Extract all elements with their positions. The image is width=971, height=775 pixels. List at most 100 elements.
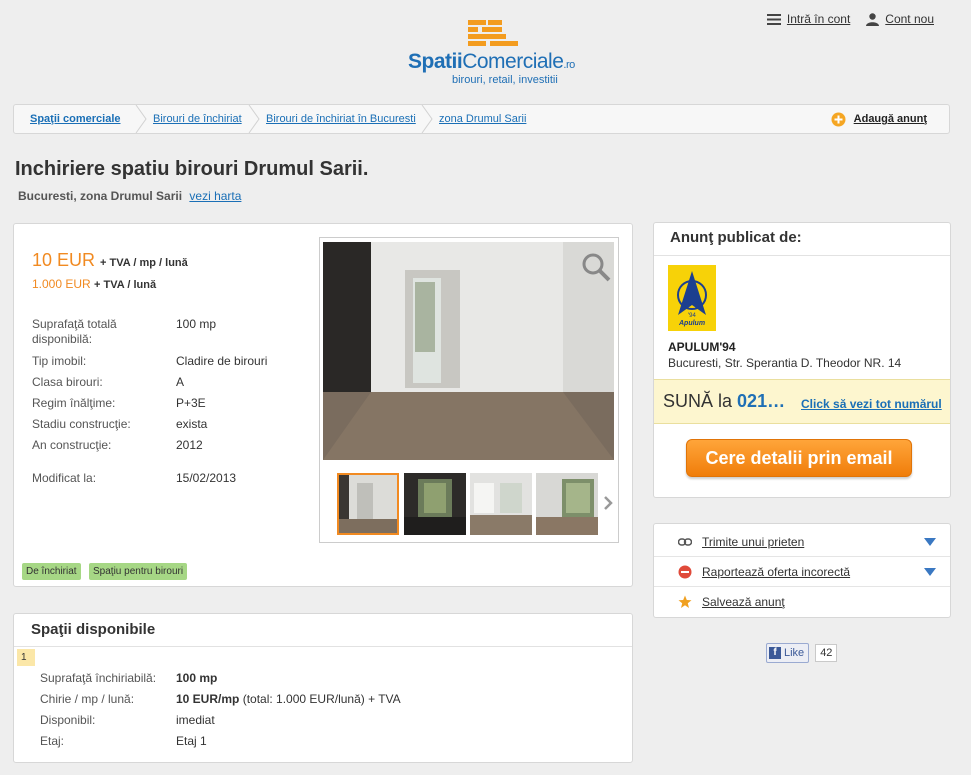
- dropdown-arrow-icon[interactable]: [924, 538, 936, 546]
- divider: [654, 255, 950, 256]
- spec-label: Clasa birouri:: [32, 375, 103, 389]
- main-photo[interactable]: [323, 242, 614, 460]
- menu-icon: [766, 13, 781, 25]
- logo-icon[interactable]: [468, 20, 520, 50]
- logo-word-1: Spatii: [408, 50, 463, 73]
- breadcrumb: Spaţii comerciale Birouri de închiriat B…: [13, 104, 950, 134]
- spec-value: Cladire de birouri: [176, 354, 268, 368]
- spec-value: 2012: [176, 438, 203, 452]
- spec-value: P+3E: [176, 396, 206, 410]
- photo-gallery: [319, 237, 619, 543]
- phone-box: SUNĂ la 021… Click să vezi tot numărul: [654, 379, 950, 424]
- thumbnail-image: [470, 473, 532, 535]
- login-link-group[interactable]: Intră în cont: [766, 12, 850, 26]
- breadcrumb-item-zona[interactable]: zona Drumul Sarii: [439, 105, 526, 133]
- action-label[interactable]: Raportează oferta incorectă: [702, 565, 850, 579]
- price-total-value: 1.000 EUR: [32, 277, 91, 291]
- tag-rent[interactable]: De închiriat: [22, 563, 81, 580]
- spec-value: A: [176, 375, 185, 389]
- like-count: 42: [815, 644, 838, 662]
- agency-name: APULUM'94: [668, 340, 736, 354]
- logo-tld: .ro: [563, 59, 575, 71]
- agency-logo-text: Apulum: [678, 320, 705, 327]
- spec-label: Suprafaţă totală disponibilă:: [32, 317, 117, 346]
- price-per-sqm: 10 EUR + TVA / mp / lună: [32, 250, 188, 271]
- agency-logo[interactable]: '94 Apulum: [668, 265, 716, 331]
- modified-label: Modificat la:: [32, 471, 97, 485]
- facebook-icon: f: [769, 647, 781, 659]
- spec-label: Tip imobil:: [32, 354, 87, 368]
- available-spaces-title: Spaţii disponibile: [31, 621, 156, 638]
- report-icon: [678, 565, 692, 579]
- thumbnail-image: [339, 475, 397, 533]
- rent-value-bold: 10 EUR/mp: [176, 692, 240, 706]
- call-prefix: SUNĂ la: [663, 391, 733, 411]
- agency-logo-year: '94: [688, 313, 696, 319]
- map-link[interactable]: vezi harta: [189, 189, 241, 203]
- breadcrumb-item-birouri[interactable]: Birouri de închiriat: [153, 105, 242, 133]
- thumbnail-image: [536, 473, 598, 535]
- add-ad-label[interactable]: Adaugă anunţ: [854, 105, 927, 133]
- phone-number-partial: 021…: [737, 391, 786, 411]
- photo-thumbnail[interactable]: [337, 473, 399, 535]
- breadcrumb-item-spatii-comerciale[interactable]: Spaţii comerciale: [30, 105, 121, 133]
- actions-panel: Trimite unui prieten Raportează oferta i…: [653, 523, 951, 618]
- rent-value-rest: (total: 1.000 EUR/lună) + TVA: [239, 692, 401, 706]
- space-index-badge: 1: [17, 649, 35, 666]
- facebook-like-button[interactable]: f Like: [766, 643, 810, 663]
- spec-label: Regim înălţime:: [32, 396, 116, 410]
- price-total: 1.000 EUR + TVA / lună: [32, 277, 156, 291]
- facebook-like-widget: f Like 42: [766, 643, 838, 663]
- modified-value: 15/02/2013: [176, 471, 237, 485]
- link-icon: [678, 538, 692, 546]
- spec-value: 100 mp: [176, 317, 217, 331]
- location-text: Bucuresti, zona Drumul Sarii: [18, 189, 183, 203]
- spec-label: An construcţie:: [32, 438, 112, 452]
- email-details-button[interactable]: Cere detalii prin email: [686, 439, 912, 477]
- add-ad-button[interactable]: Adaugă anunţ: [831, 105, 927, 133]
- new-account-link[interactable]: Cont nou: [885, 12, 934, 26]
- chevron-right-icon[interactable]: [603, 495, 613, 511]
- price-main-value: 10 EUR: [32, 250, 96, 270]
- page-title: Inchiriere spatiu birouri Drumul Sarii.: [15, 158, 369, 180]
- agency-address: Bucuresti, Str. Sperantia D. Theodor NR.…: [668, 356, 902, 370]
- publisher-panel: Anunţ publicat de: '94 Apulum APULUM'94 …: [653, 222, 951, 498]
- user-icon: [866, 12, 880, 26]
- breadcrumb-separator: [135, 105, 147, 133]
- logo-word-2: Comerciale: [462, 50, 564, 73]
- action-report-offer[interactable]: Raportează oferta incorectă: [654, 556, 950, 587]
- photo-thumbnail[interactable]: [404, 473, 466, 535]
- spec-value: exista: [176, 417, 208, 431]
- call-text: SUNĂ la 021…: [663, 391, 785, 412]
- thumbnail-image: [404, 473, 466, 535]
- price-main-suffix: + TVA / mp / lună: [100, 257, 188, 269]
- listing-panel: 10 EUR + TVA / mp / lună 1.000 EUR + TVA…: [13, 223, 633, 587]
- spec-label: Stadiu construcţie:: [32, 417, 131, 431]
- site-logo[interactable]: SpatiiComerciale.ro: [408, 50, 575, 74]
- top-links: Intră în cont Cont nou: [766, 12, 934, 26]
- photo-thumbnail[interactable]: [536, 473, 598, 535]
- action-label[interactable]: Salvează anunţ: [702, 595, 785, 609]
- account-link-group[interactable]: Cont nou: [866, 12, 934, 26]
- show-phone-link[interactable]: Click să vezi tot numărul: [801, 397, 942, 411]
- breadcrumb-separator: [248, 105, 260, 133]
- available-label: Suprafaţă închiriabilă:: [40, 671, 157, 685]
- plus-circle-icon: [831, 112, 846, 126]
- available-label: Chirie / mp / lună:: [40, 692, 135, 706]
- tag-office-space[interactable]: Spaţiu pentru birouri: [89, 563, 188, 580]
- action-save-ad[interactable]: Salvează anunţ: [654, 586, 950, 616]
- like-label: Like: [784, 647, 805, 659]
- available-value: 100 mp: [176, 671, 218, 685]
- photo-thumbnail[interactable]: [470, 473, 532, 535]
- available-value: 10 EUR/mp (total: 1.000 EUR/lună) + TVA: [176, 692, 476, 706]
- price-total-suffix: + TVA / lună: [94, 279, 157, 291]
- breadcrumb-item-birouri-bucuresti[interactable]: Birouri de închiriat în Bucuresti: [266, 105, 416, 133]
- login-link[interactable]: Intră în cont: [787, 12, 850, 26]
- breadcrumb-separator: [421, 105, 433, 133]
- room-photo: [323, 242, 614, 460]
- available-label: Disponibil:: [40, 713, 96, 727]
- action-label[interactable]: Trimite unui prieten: [702, 535, 804, 549]
- dropdown-arrow-icon[interactable]: [924, 568, 936, 576]
- divider: [14, 646, 632, 647]
- action-send-friend[interactable]: Trimite unui prieten: [654, 526, 950, 557]
